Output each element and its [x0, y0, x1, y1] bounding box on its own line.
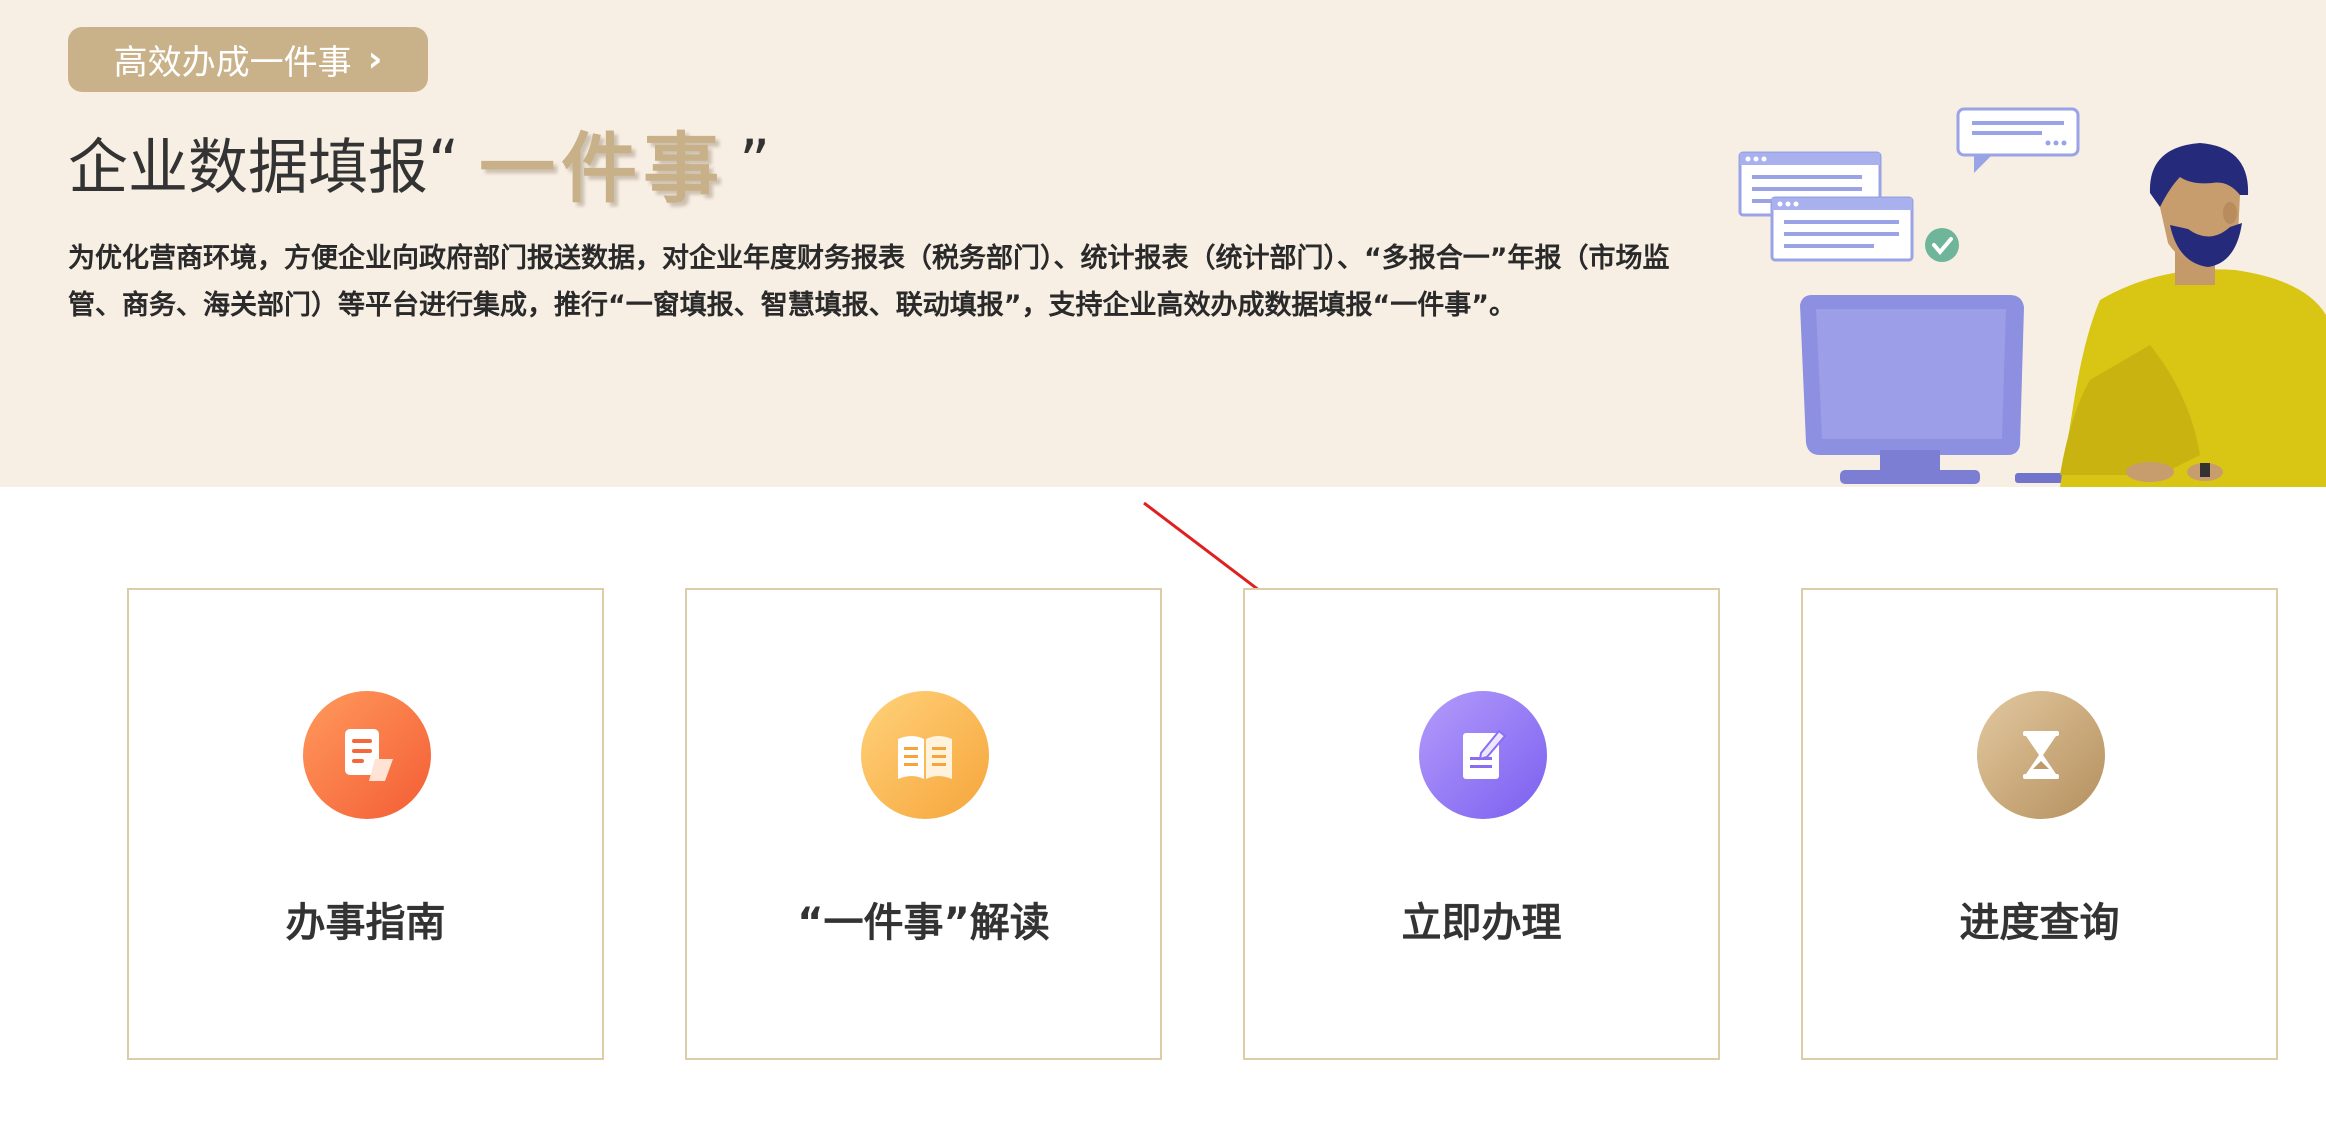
- card-apply-now[interactable]: 立即办理: [1243, 588, 1720, 1060]
- card-progress-query[interactable]: 进度查询: [1801, 588, 2278, 1060]
- title-close-quote: ”: [739, 127, 771, 197]
- card-label: 进度查询: [1959, 900, 2120, 946]
- title-main: 企业数据填报: [68, 132, 428, 203]
- edit-form-icon: [1419, 691, 1547, 819]
- tag-label: 高效办成一件事: [113, 43, 352, 83]
- one-thing-tag-button[interactable]: 高效办成一件事 ›: [68, 27, 428, 92]
- card-policy-interpretation[interactable]: “一件事”解读: [685, 588, 1162, 1060]
- checkmark-icon: [1925, 228, 1959, 262]
- guide-document-icon: [303, 691, 431, 819]
- speech-bubble-icon: [1956, 107, 2080, 173]
- person-at-computer-illustration: [1738, 107, 2326, 487]
- open-book-icon: [861, 691, 989, 819]
- chevron-right-icon: ›: [367, 38, 383, 80]
- monitor-icon: [1800, 295, 2024, 484]
- card-service-guide[interactable]: 办事指南: [127, 588, 604, 1060]
- card-label: 办事指南: [285, 900, 446, 946]
- page-title: 企业数据填报 “ 一件事 ”: [68, 112, 771, 213]
- person-icon: [2060, 143, 2326, 487]
- title-open-quote: “: [428, 127, 460, 197]
- card-label: 立即办理: [1401, 900, 1562, 946]
- hourglass-icon: [1977, 691, 2105, 819]
- banner: 高效办成一件事 › 企业数据填报 “ 一件事 ” 为优化营商环境，方便企业向政府…: [0, 0, 2326, 487]
- chat-window-icon: [1770, 196, 1914, 262]
- title-highlight: 一件事: [479, 124, 726, 213]
- banner-description: 为优化营商环境，方便企业向政府部门报送数据，对企业年度财务报表（税务部门）、统计…: [68, 243, 1670, 321]
- card-label: “一件事”解读: [797, 900, 1050, 946]
